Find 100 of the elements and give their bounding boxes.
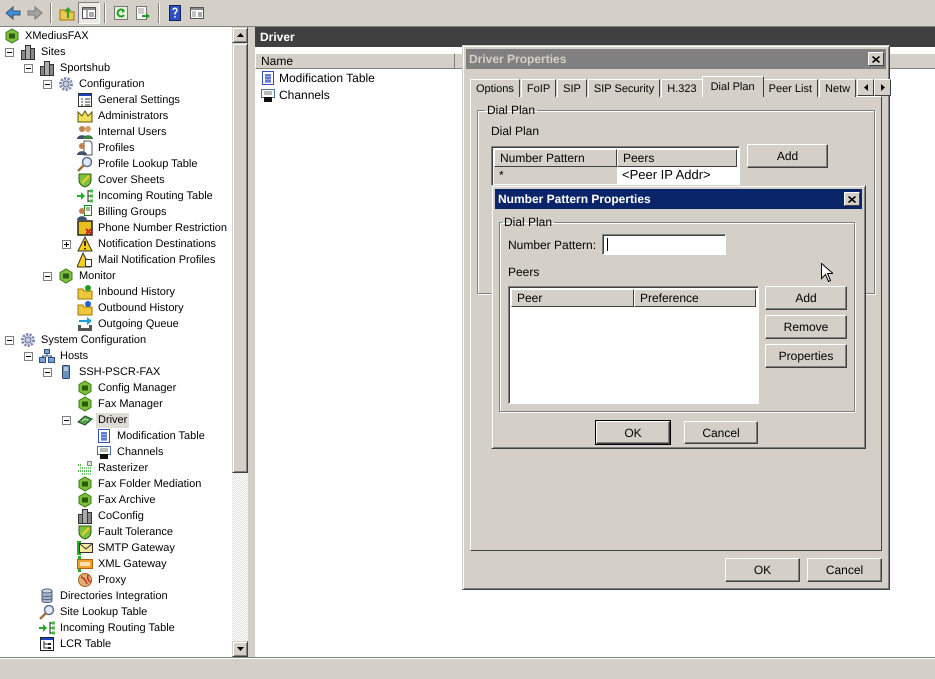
tree-item[interactable]: Monitor [77, 268, 118, 284]
panes-button[interactable] [78, 2, 100, 24]
help-icon [167, 5, 183, 21]
tree-item[interactable]: Fax Archive [96, 492, 158, 508]
mouse-cursor-icon [821, 263, 833, 282]
tree-item[interactable]: SMTP Gateway [96, 540, 177, 556]
tree-item[interactable]: Profiles [96, 140, 137, 156]
tab-scroll-left-button[interactable] [857, 79, 874, 96]
tree-item[interactable]: XML Gateway [96, 556, 169, 572]
scrollbar-thumb[interactable] [232, 43, 248, 473]
dialog-button[interactable]: Remove [765, 315, 847, 339]
tree-item[interactable]: Driver [96, 412, 130, 428]
list-item[interactable]: Channels [279, 88, 330, 102]
tab[interactable]: FoIP [520, 79, 556, 97]
tab-scroll-right-button[interactable] [874, 79, 892, 96]
tree-item[interactable]: Configuration [77, 76, 146, 92]
left-arrow-icon [864, 84, 868, 91]
tree-item[interactable]: LCR Table [58, 636, 114, 652]
tree-item[interactable]: Internal Users [96, 124, 168, 140]
tree-item[interactable]: Cover Sheets [96, 172, 167, 188]
tree-item[interactable]: Config Manager [96, 380, 178, 396]
tab[interactable]: SIP [557, 79, 587, 97]
collapse-toggle[interactable] [43, 80, 52, 88]
refresh-icon [113, 5, 129, 21]
restriction-icon [77, 220, 93, 236]
dialog-button[interactable]: Add [765, 286, 847, 310]
tree-item[interactable]: Fax Folder Mediation [96, 476, 204, 492]
input-field[interactable] [602, 234, 726, 255]
tree-item[interactable]: System Configuration [39, 332, 148, 348]
tree-item[interactable]: Billing Groups [96, 204, 168, 220]
tree-item[interactable]: Site Lookup Table [58, 604, 150, 620]
dialog-button[interactable]: OK [725, 558, 800, 582]
close-icon [872, 56, 880, 62]
collapse-toggle[interactable] [24, 64, 33, 72]
warning-icon [77, 252, 93, 268]
scrollbar[interactable] [232, 27, 248, 657]
collapse-toggle[interactable] [43, 368, 52, 376]
tab[interactable]: SIP Security [588, 79, 660, 97]
tree-item[interactable]: Incoming Routing Table [58, 620, 177, 636]
tree-item[interactable]: General Settings [96, 92, 182, 108]
collapse-toggle[interactable] [5, 48, 14, 56]
tree-item[interactable]: SSH-PSCR-FAX [77, 364, 162, 380]
network-icon [39, 348, 55, 364]
close-button[interactable] [844, 192, 860, 206]
dialog-button[interactable]: Cancel [684, 421, 758, 444]
column-header[interactable]: Peers [616, 149, 737, 167]
tree-item[interactable]: CoConfig [96, 508, 146, 524]
tree-item[interactable]: Notification Destinations [96, 236, 218, 252]
right-arrow-icon [880, 84, 885, 91]
gear-icon [58, 76, 74, 92]
dialog-button[interactable]: Add [747, 144, 828, 168]
group-title: Dial Plan [486, 104, 536, 116]
collapse-toggle[interactable] [43, 272, 52, 280]
column-header[interactable]: Peer [511, 289, 634, 307]
column-header[interactable]: Number Pattern [494, 149, 617, 167]
tab[interactable]: Dial Plan [702, 76, 764, 97]
tree-item[interactable]: Mail Notification Profiles [96, 252, 218, 268]
close-button[interactable] [868, 52, 884, 66]
hexagon-icon [58, 268, 74, 284]
tree-item[interactable]: Outgoing Queue [96, 316, 181, 332]
tree-item[interactable]: Fault Tolerance [96, 524, 176, 540]
dialog-button[interactable]: OK [596, 421, 670, 444]
tree-item[interactable]: Fax Manager [96, 396, 165, 412]
dialog-button[interactable]: Cancel [807, 558, 882, 582]
scroll-down-button[interactable] [232, 641, 248, 657]
routing-icon [77, 188, 93, 204]
tree-item[interactable]: Phone Number Restriction [96, 220, 230, 236]
tab[interactable]: Peer List [762, 79, 818, 97]
tree-item[interactable]: Modification Table [115, 428, 207, 444]
tree-item[interactable]: Outbound History [96, 300, 186, 316]
collapse-toggle[interactable] [5, 336, 14, 344]
tree-item[interactable]: Administrators [96, 108, 170, 124]
list-item[interactable]: Modification Table [279, 70, 375, 84]
building-icon [77, 508, 93, 524]
column-header[interactable]: Name [255, 53, 455, 69]
tree-item[interactable]: Proxy [96, 572, 128, 588]
building-icon [39, 60, 55, 76]
collapse-toggle[interactable] [62, 416, 71, 424]
tree-item[interactable]: Sites [39, 44, 68, 60]
folder-icon [77, 284, 93, 300]
tree-item[interactable]: Channels [115, 444, 166, 460]
dialog-button[interactable]: Properties [765, 344, 847, 368]
tree-item[interactable]: Hosts [58, 348, 90, 364]
tree-item[interactable]: Rasterizer [96, 460, 150, 476]
collapse-toggle[interactable] [24, 352, 33, 360]
printer-icon [260, 86, 276, 102]
tab[interactable]: H.323 [661, 79, 703, 97]
tab[interactable]: Netw [819, 79, 856, 97]
panes-icon [81, 5, 97, 21]
tree-item[interactable]: Inbound History [96, 284, 178, 300]
tree-item[interactable]: Directories Integration [58, 588, 170, 604]
tab[interactable]: Options [470, 79, 520, 97]
tree-item[interactable]: Incoming Routing Table [96, 188, 215, 204]
column-header[interactable]: Preference [634, 289, 756, 307]
expand-toggle[interactable] [62, 240, 71, 248]
tree-item[interactable]: Sportshub [58, 60, 112, 76]
tree-item[interactable]: Profile Lookup Table [96, 156, 200, 172]
back-icon [5, 5, 21, 21]
tree-item[interactable]: XMediusFAX [23, 28, 91, 44]
scroll-up-button[interactable] [232, 27, 248, 43]
